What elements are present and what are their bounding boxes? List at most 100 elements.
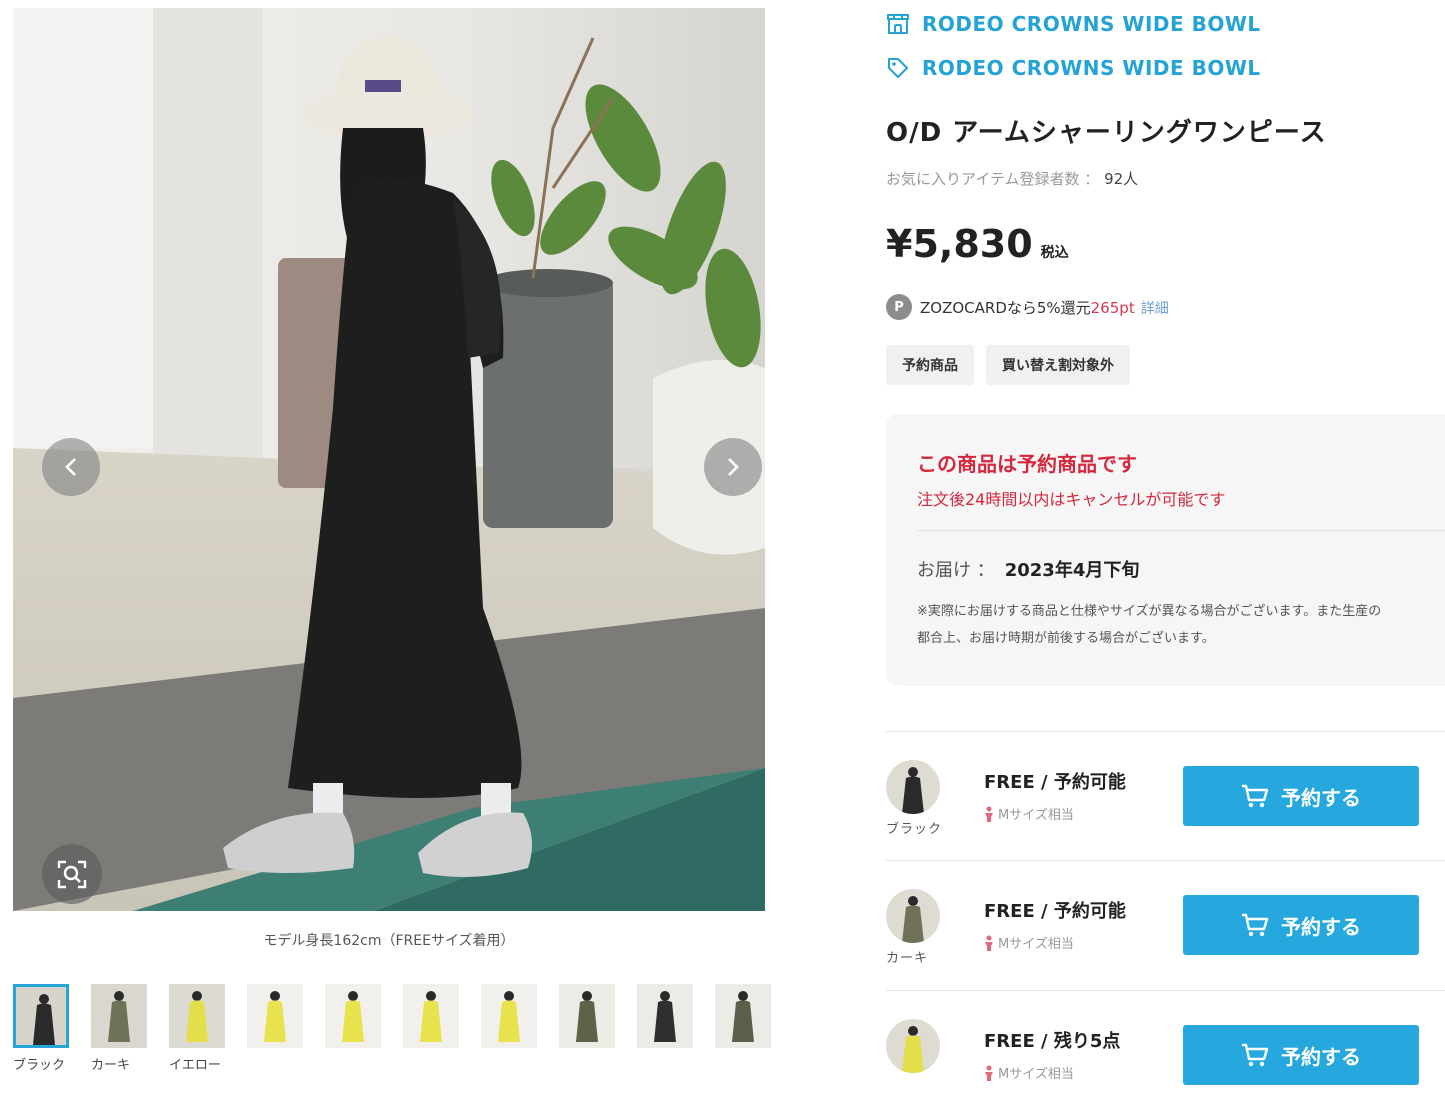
size-separator: / xyxy=(1041,772,1048,793)
favorites-number: 92人 xyxy=(1104,170,1139,188)
size-label: FREE xyxy=(984,772,1035,793)
points-text: ZOZOCARDなら5%還元265pt 詳細 xyxy=(920,297,1169,318)
delivery-info: お届け ： 2023年4月下旬 xyxy=(917,556,1139,582)
thumbnail-strip: ブラック カーキ イエロー xyxy=(13,984,771,1073)
points-amount: 265pt xyxy=(1090,298,1135,317)
chevron-left-icon xyxy=(65,458,76,476)
thumbnail-image xyxy=(481,984,537,1048)
tax-label: 税込 xyxy=(1040,245,1069,261)
next-image-button[interactable] xyxy=(704,438,762,496)
points-rate: ZOZOCARDなら5%還元 xyxy=(920,298,1091,317)
shop-name: RODEO CROWNS WIDE BOWL xyxy=(922,12,1261,36)
reserve-button[interactable]: 予約する xyxy=(1183,895,1419,955)
thumbnail-label: カーキ xyxy=(91,1058,131,1073)
main-product-photo[interactable] xyxy=(13,8,765,911)
thumbnail-label: イエロー xyxy=(169,1058,221,1073)
size-row: FREE / 残り5点 Mサイズ相当 予約する xyxy=(886,990,1445,1120)
size-separator: / xyxy=(1041,901,1048,922)
reserve-button[interactable]: 予約する xyxy=(1183,1025,1419,1085)
zoom-image-button[interactable] xyxy=(42,844,102,904)
size-availability: FREE / 予約可能 xyxy=(984,897,1126,923)
stock-status: 予約可能 xyxy=(1053,772,1126,793)
thumbnail-image xyxy=(247,984,303,1048)
favorites-count: お気に入りアイテム登録者数 ： 92人 xyxy=(886,168,1138,189)
thumbnail-label: ブラック xyxy=(13,1058,66,1073)
cart-icon xyxy=(1242,784,1269,808)
delivery-note: ※実際にお届けする商品と仕様やサイズが異なる場合がございます。また生産の 都合上… xyxy=(917,598,1445,652)
thumbnail-image xyxy=(169,984,225,1048)
model-photo xyxy=(13,8,765,911)
price-amount: ¥5,830 xyxy=(886,222,1033,266)
delivery-note-line2: 都合上、お届け時期が前後する場合がございます。 xyxy=(917,631,1215,646)
zozocard-points: P ZOZOCARDなら5%還元265pt 詳細 xyxy=(886,294,1169,320)
size-row: カーキ FREE / 予約可能 Mサイズ相当 予約する xyxy=(886,860,1445,990)
thumbnail-8[interactable] xyxy=(559,984,615,1048)
price: ¥5,830 税込 xyxy=(886,222,1069,266)
reserve-button-label: 予約する xyxy=(1281,1044,1361,1069)
size-availability: FREE / 残り5点 xyxy=(984,1027,1120,1053)
thumbnail-6[interactable] xyxy=(403,984,459,1048)
color-label: ブラック xyxy=(886,822,943,837)
size-hint: Mサイズ相当 xyxy=(984,933,1074,952)
thumbnail-3[interactable] xyxy=(169,984,225,1048)
cart-icon xyxy=(1242,913,1269,937)
size-hint-text: Mサイズ相当 xyxy=(998,937,1074,952)
thumbnail-image xyxy=(559,984,615,1048)
thumbnail-5[interactable] xyxy=(325,984,381,1048)
color-swatch[interactable] xyxy=(886,760,940,814)
size-row: ブラック FREE / 予約可能 Mサイズ相当 予約する xyxy=(886,731,1445,861)
points-badge-icon: P xyxy=(886,294,912,320)
thumbnail-image xyxy=(637,984,693,1048)
thumbnail-2[interactable] xyxy=(91,984,147,1048)
notice-title: この商品は予約商品です xyxy=(917,452,1137,476)
person-icon xyxy=(985,806,993,822)
zoom-search-icon xyxy=(57,860,87,889)
notice-subtitle: 注文後24時間以内はキャンセルが可能です xyxy=(917,490,1226,509)
preorder-notice: この商品は予約商品です 注文後24時間以内はキャンセルが可能です お届け ： 20… xyxy=(886,414,1445,686)
thumbnail-image xyxy=(403,984,459,1048)
points-detail-link[interactable]: 詳細 xyxy=(1141,301,1169,317)
color-swatch[interactable] xyxy=(886,1019,940,1073)
previous-image-button[interactable] xyxy=(42,438,100,496)
reserve-button-label: 予約する xyxy=(1281,785,1361,810)
thumbnail-image xyxy=(91,984,147,1048)
thumbnail-1[interactable] xyxy=(13,984,69,1048)
product-tags: 予約商品 買い替え割対象外 xyxy=(886,345,1130,385)
swatch-image xyxy=(886,889,940,943)
person-icon xyxy=(985,935,993,951)
swatch-image xyxy=(886,1019,940,1073)
brand-name: RODEO CROWNS WIDE BOWL xyxy=(922,56,1261,80)
thumbnail-image xyxy=(325,984,381,1048)
delivery-date: 2023年4月下旬 xyxy=(1004,560,1140,581)
thumbnail-9[interactable] xyxy=(637,984,693,1048)
reserve-button-label: 予約する xyxy=(1281,914,1361,939)
size-label: FREE xyxy=(984,1031,1035,1052)
swatch-image xyxy=(886,760,940,814)
thumbnail-image xyxy=(16,987,66,1045)
color-swatch[interactable] xyxy=(886,889,940,943)
tag-icon xyxy=(888,58,908,78)
model-size-caption: モデル身長162cm（FREEサイズ着用） xyxy=(263,933,515,949)
notice-divider xyxy=(917,530,1445,531)
chevron-right-icon xyxy=(728,458,739,476)
thumbnail-4[interactable] xyxy=(247,984,303,1048)
thumbnail-10[interactable] xyxy=(715,984,771,1048)
shop-link[interactable]: RODEO CROWNS WIDE BOWL xyxy=(886,12,1261,36)
size-hint-text: Mサイズ相当 xyxy=(998,808,1074,823)
cart-icon xyxy=(1242,1043,1269,1067)
color-label: カーキ xyxy=(886,951,929,966)
stock-status: 残り5点 xyxy=(1053,1031,1121,1052)
stock-status: 予約可能 xyxy=(1053,901,1126,922)
reserve-button[interactable]: 予約する xyxy=(1183,766,1419,826)
thumbnail-7[interactable] xyxy=(481,984,537,1048)
delivery-label: お届け ： xyxy=(917,560,995,581)
tag-preorder: 予約商品 xyxy=(886,345,974,385)
size-label: FREE xyxy=(984,901,1035,922)
product-title: O/D アームシャーリングワンピース xyxy=(886,118,1327,148)
size-availability: FREE / 予約可能 xyxy=(984,768,1126,794)
favorites-label: お気に入りアイテム登録者数 ： xyxy=(886,170,1100,188)
thumbnail-image xyxy=(715,984,771,1048)
tag-trade-in-excluded: 買い替え割対象外 xyxy=(986,345,1130,385)
size-separator: / xyxy=(1041,1031,1048,1052)
brand-link[interactable]: RODEO CROWNS WIDE BOWL xyxy=(886,56,1261,80)
